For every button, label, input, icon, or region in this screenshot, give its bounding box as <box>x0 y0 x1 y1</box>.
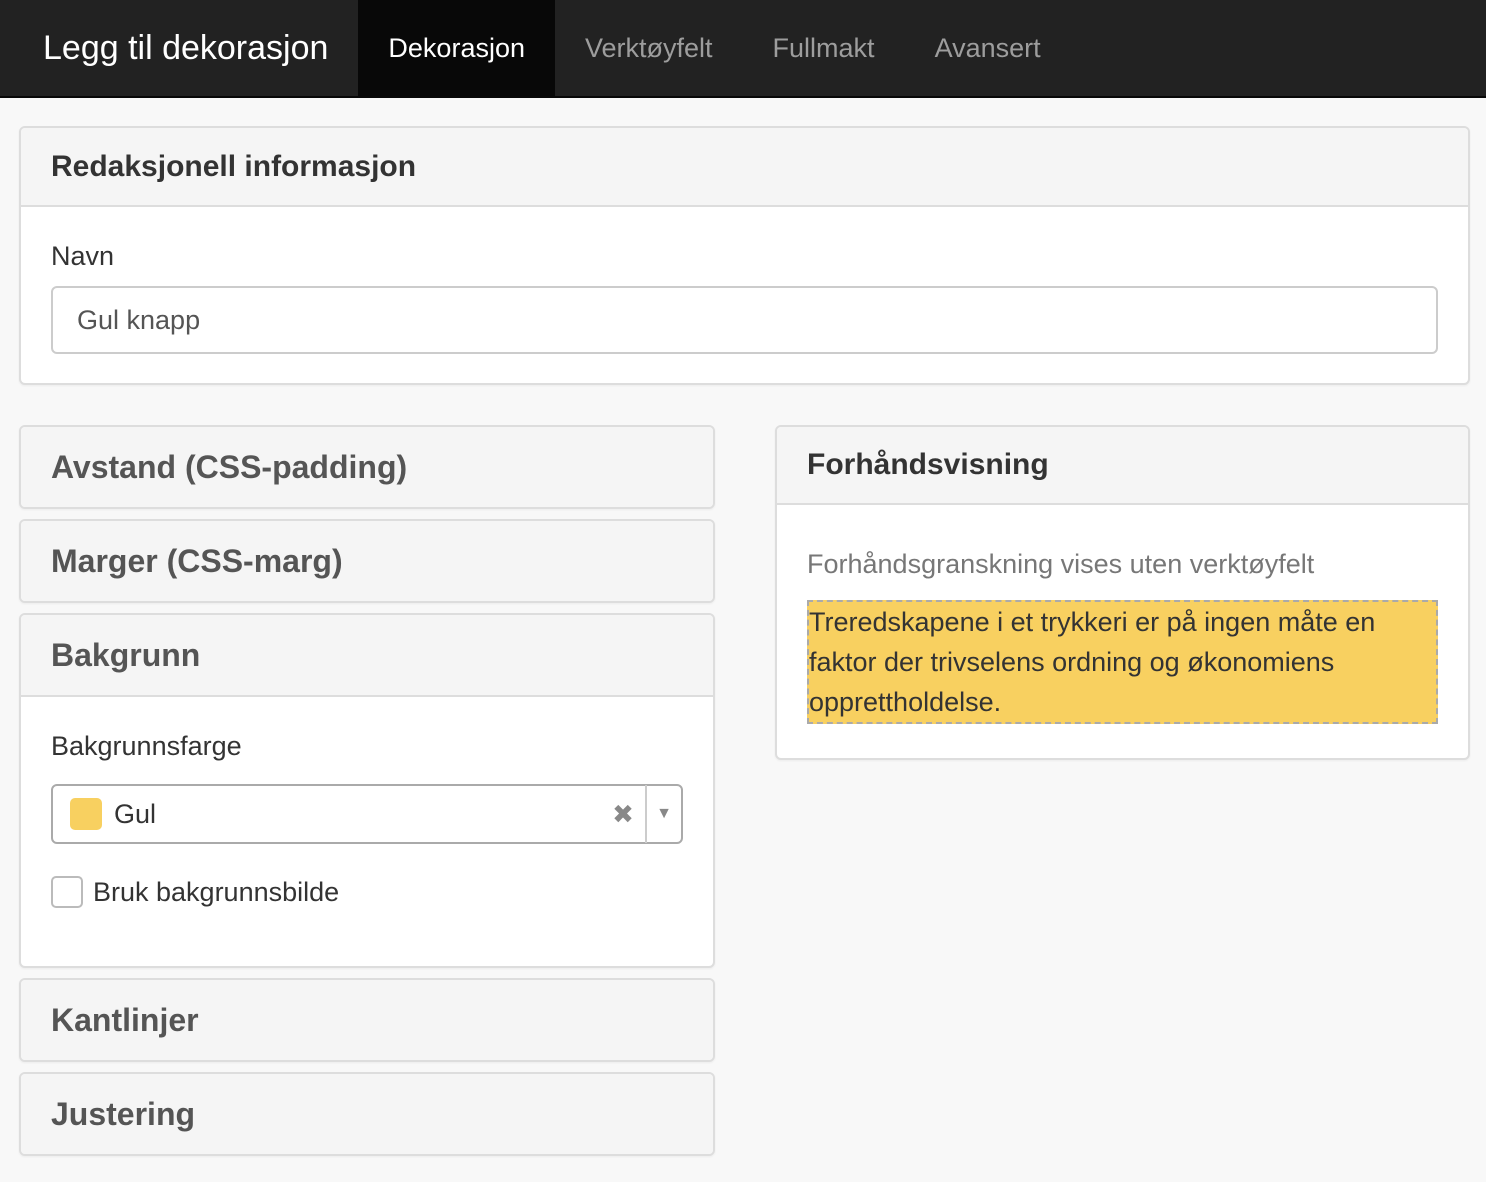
preview-panel: Forhåndsvisning Forhåndsgranskning vises… <box>775 425 1470 760</box>
preview-note: Forhåndsgranskning vises uten verktøyfel… <box>807 549 1315 579</box>
background-color-value: Gul <box>114 798 157 829</box>
page-title: Legg til dekorasjon <box>43 29 329 67</box>
background-color-label: Bakgrunnsfarge <box>51 731 242 761</box>
alignment-panel-heading[interactable]: Justering <box>21 1074 713 1154</box>
editorial-panel-heading: Redaksjonell informasjon <box>21 128 1468 207</box>
top-navbar: Legg til dekorasjon Dekorasjon Verktøyfe… <box>0 0 1486 98</box>
borders-panel-heading[interactable]: Kantlinjer <box>21 980 713 1060</box>
padding-panel[interactable]: Avstand (CSS-padding) <box>19 425 715 509</box>
tab-dekorasjon[interactable]: Dekorasjon <box>358 0 555 96</box>
editorial-panel: Redaksjonell informasjon Navn Gul knapp <box>19 126 1470 385</box>
background-panel: Bakgrunn Bakgrunnsfarge Gul ✖ ▼ Bruk bak… <box>19 613 715 968</box>
padding-panel-heading[interactable]: Avstand (CSS-padding) <box>21 427 713 507</box>
name-label: Navn <box>51 241 115 271</box>
margins-panel[interactable]: Marger (CSS-marg) <box>19 519 715 603</box>
background-panel-heading[interactable]: Bakgrunn <box>21 615 713 697</box>
alignment-panel[interactable]: Justering <box>19 1072 715 1156</box>
color-swatch <box>70 798 102 830</box>
use-background-image-label[interactable]: Bruk bakgrunnsbilde <box>93 877 339 908</box>
background-color-select[interactable]: Gul ✖ ▼ <box>51 784 683 844</box>
use-background-image-checkbox[interactable] <box>51 876 83 908</box>
tab-fullmakt[interactable]: Fullmakt <box>743 0 905 96</box>
preview-panel-heading: Forhåndsvisning <box>777 427 1468 505</box>
preview-sample: Treredskapene i et trykkeri er på ingen … <box>807 600 1438 724</box>
clear-icon[interactable]: ✖ <box>601 799 645 830</box>
name-input[interactable]: Gul knapp <box>51 286 1438 354</box>
chevron-down-icon[interactable]: ▼ <box>647 805 681 823</box>
tab-verktoyfelt[interactable]: Verktøyfelt <box>555 0 743 96</box>
tab-avansert[interactable]: Avansert <box>905 0 1071 96</box>
use-background-image-row[interactable]: Bruk bakgrunnsbilde <box>51 876 683 908</box>
margins-panel-heading[interactable]: Marger (CSS-marg) <box>21 521 713 601</box>
borders-panel[interactable]: Kantlinjer <box>19 978 715 1062</box>
